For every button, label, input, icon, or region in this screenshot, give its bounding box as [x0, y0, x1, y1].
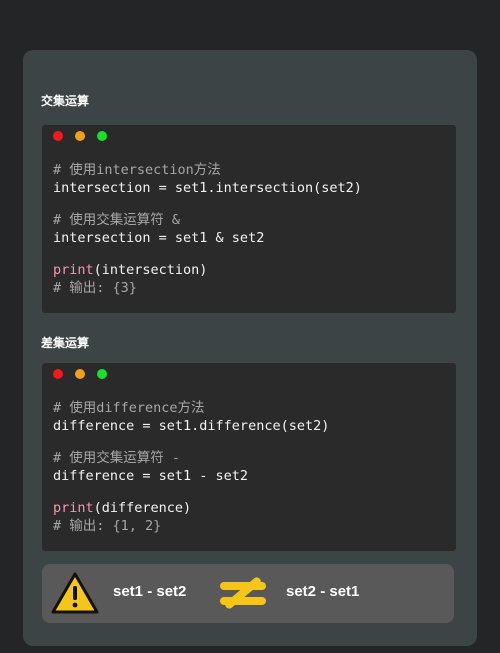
warning-triangle-icon: [51, 572, 99, 614]
close-dot-icon: [53, 131, 63, 141]
legend-label-set2-minus-set1: set2 - set1: [286, 583, 360, 600]
print-keyword: print: [53, 500, 94, 516]
code-line: intersection = set1 & set2: [53, 229, 265, 246]
code-window-intersection: # 使用intersection方法 intersection = set1.in…: [42, 125, 456, 313]
code-comment: # 使用交集运算符 -: [53, 450, 181, 466]
code-line: difference = set1.difference(set2): [53, 417, 330, 434]
code-block: # 使用intersection方法 intersection = set1.in…: [53, 162, 362, 297]
not-equal-icon: [220, 577, 266, 609]
minimize-dot-icon: [75, 131, 85, 141]
maximize-dot-icon: [97, 369, 107, 379]
code-block: # 使用difference方法 difference = set1.differ…: [53, 400, 329, 535]
code-comment: # 使用intersection方法: [53, 162, 221, 178]
code-comment: # 使用交集运算符 &: [53, 212, 181, 228]
print-args: (intersection): [93, 262, 208, 278]
legend-label-set1-minus-set2: set1 - set2: [113, 583, 187, 600]
legend-bar: set1 - set2 set2 - set1: [42, 564, 454, 623]
section-title-difference: 差集运算: [41, 336, 90, 350]
print-keyword: print: [53, 262, 94, 278]
minimize-dot-icon: [75, 369, 85, 379]
code-line-print: print(intersection): [53, 262, 362, 280]
code-output-comment: # 输出: {3}: [53, 279, 137, 296]
code-comment: # 使用difference方法: [53, 400, 205, 416]
code-window-difference: # 使用difference方法 difference = set1.differ…: [42, 363, 456, 551]
code-line: difference = set1 - set2: [53, 467, 249, 484]
code-line: intersection = set1.intersection(set2): [53, 179, 362, 196]
print-args: (difference): [93, 500, 192, 516]
code-line-print: print(difference): [53, 500, 329, 518]
content-card: 交集运算 # 使用intersection方法 intersection = se…: [23, 50, 477, 646]
section-title-intersection: 交集运算: [41, 94, 90, 108]
maximize-dot-icon: [97, 131, 107, 141]
close-dot-icon: [53, 369, 63, 379]
code-output-comment: # 输出: {1, 2}: [53, 517, 162, 534]
